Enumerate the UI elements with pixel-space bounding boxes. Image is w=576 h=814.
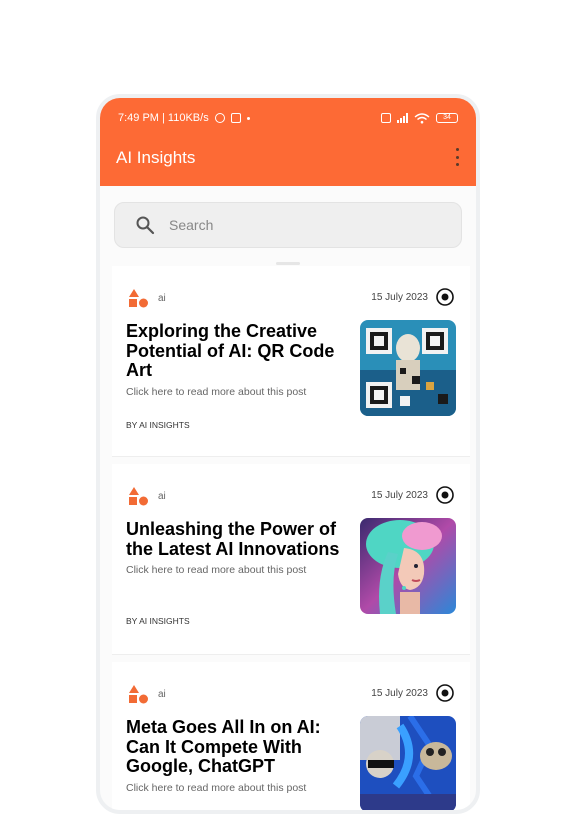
shapes-icon xyxy=(129,289,148,308)
post-author: BY AI INSIGHTS xyxy=(126,420,190,430)
post-description[interactable]: Click here to read more about this post xyxy=(126,782,306,794)
target-icon[interactable] xyxy=(436,288,454,306)
post-author: BY AI INSIGHTS xyxy=(126,616,190,626)
phone-frame: 7:49 PM | 110KB/s 34 AI Insights Search … xyxy=(96,94,480,814)
post-date: 15 July 2023 xyxy=(371,292,428,303)
status-time: 7:49 PM | 110KB/s xyxy=(118,112,209,124)
post-category: ai xyxy=(128,486,166,506)
wifi-icon xyxy=(414,112,430,123)
target-icon[interactable] xyxy=(436,684,454,702)
app-bar: 7:49 PM | 110KB/s 34 AI Insights xyxy=(100,98,476,186)
mail-status-icon xyxy=(230,113,241,123)
shapes-icon xyxy=(129,487,148,506)
pull-indicator xyxy=(276,262,300,265)
shapes-icon xyxy=(129,685,148,704)
volte-icon xyxy=(381,113,391,123)
battery-icon: 34 xyxy=(436,113,458,123)
search-placeholder: Search xyxy=(169,217,214,233)
notification-dot-icon xyxy=(246,116,250,120)
post-card[interactable]: ai 15 July 2023 Meta Goes All In on AI: … xyxy=(112,662,470,810)
signal-icon xyxy=(397,113,408,123)
qr-art-image[interactable] xyxy=(360,320,456,416)
post-description[interactable]: Click here to read more about this post xyxy=(126,386,306,398)
post-category: ai xyxy=(128,684,166,704)
sync-status-icon xyxy=(214,113,225,123)
post-category-label: ai xyxy=(158,688,166,700)
post-title[interactable]: Exploring the Creative Potential of AI: … xyxy=(126,321,352,381)
post-category-label: ai xyxy=(158,490,166,502)
target-icon[interactable] xyxy=(436,486,454,504)
post-category: ai xyxy=(128,288,166,308)
post-date: 15 July 2023 xyxy=(371,688,428,699)
search-input[interactable]: Search xyxy=(114,202,462,248)
post-title[interactable]: Unleashing the Power of the Latest AI In… xyxy=(126,519,352,559)
more-options-icon[interactable] xyxy=(452,148,462,166)
app-title: AI Insights xyxy=(116,148,196,167)
post-card[interactable]: ai 15 July 2023 Unleashing the Power of … xyxy=(112,464,470,655)
ai-collage-image[interactable] xyxy=(360,716,456,810)
post-card[interactable]: ai 15 July 2023 Exploring the Creative P… xyxy=(112,266,470,457)
post-category-label: ai xyxy=(158,292,166,304)
search-icon xyxy=(135,215,155,235)
ai-woman-portrait-image[interactable] xyxy=(360,518,456,614)
post-date: 15 July 2023 xyxy=(371,490,428,501)
post-description[interactable]: Click here to read more about this post xyxy=(126,564,306,576)
status-bar: 7:49 PM | 110KB/s 34 xyxy=(118,110,458,126)
post-title[interactable]: Meta Goes All In on AI: Can It Compete W… xyxy=(126,717,352,777)
